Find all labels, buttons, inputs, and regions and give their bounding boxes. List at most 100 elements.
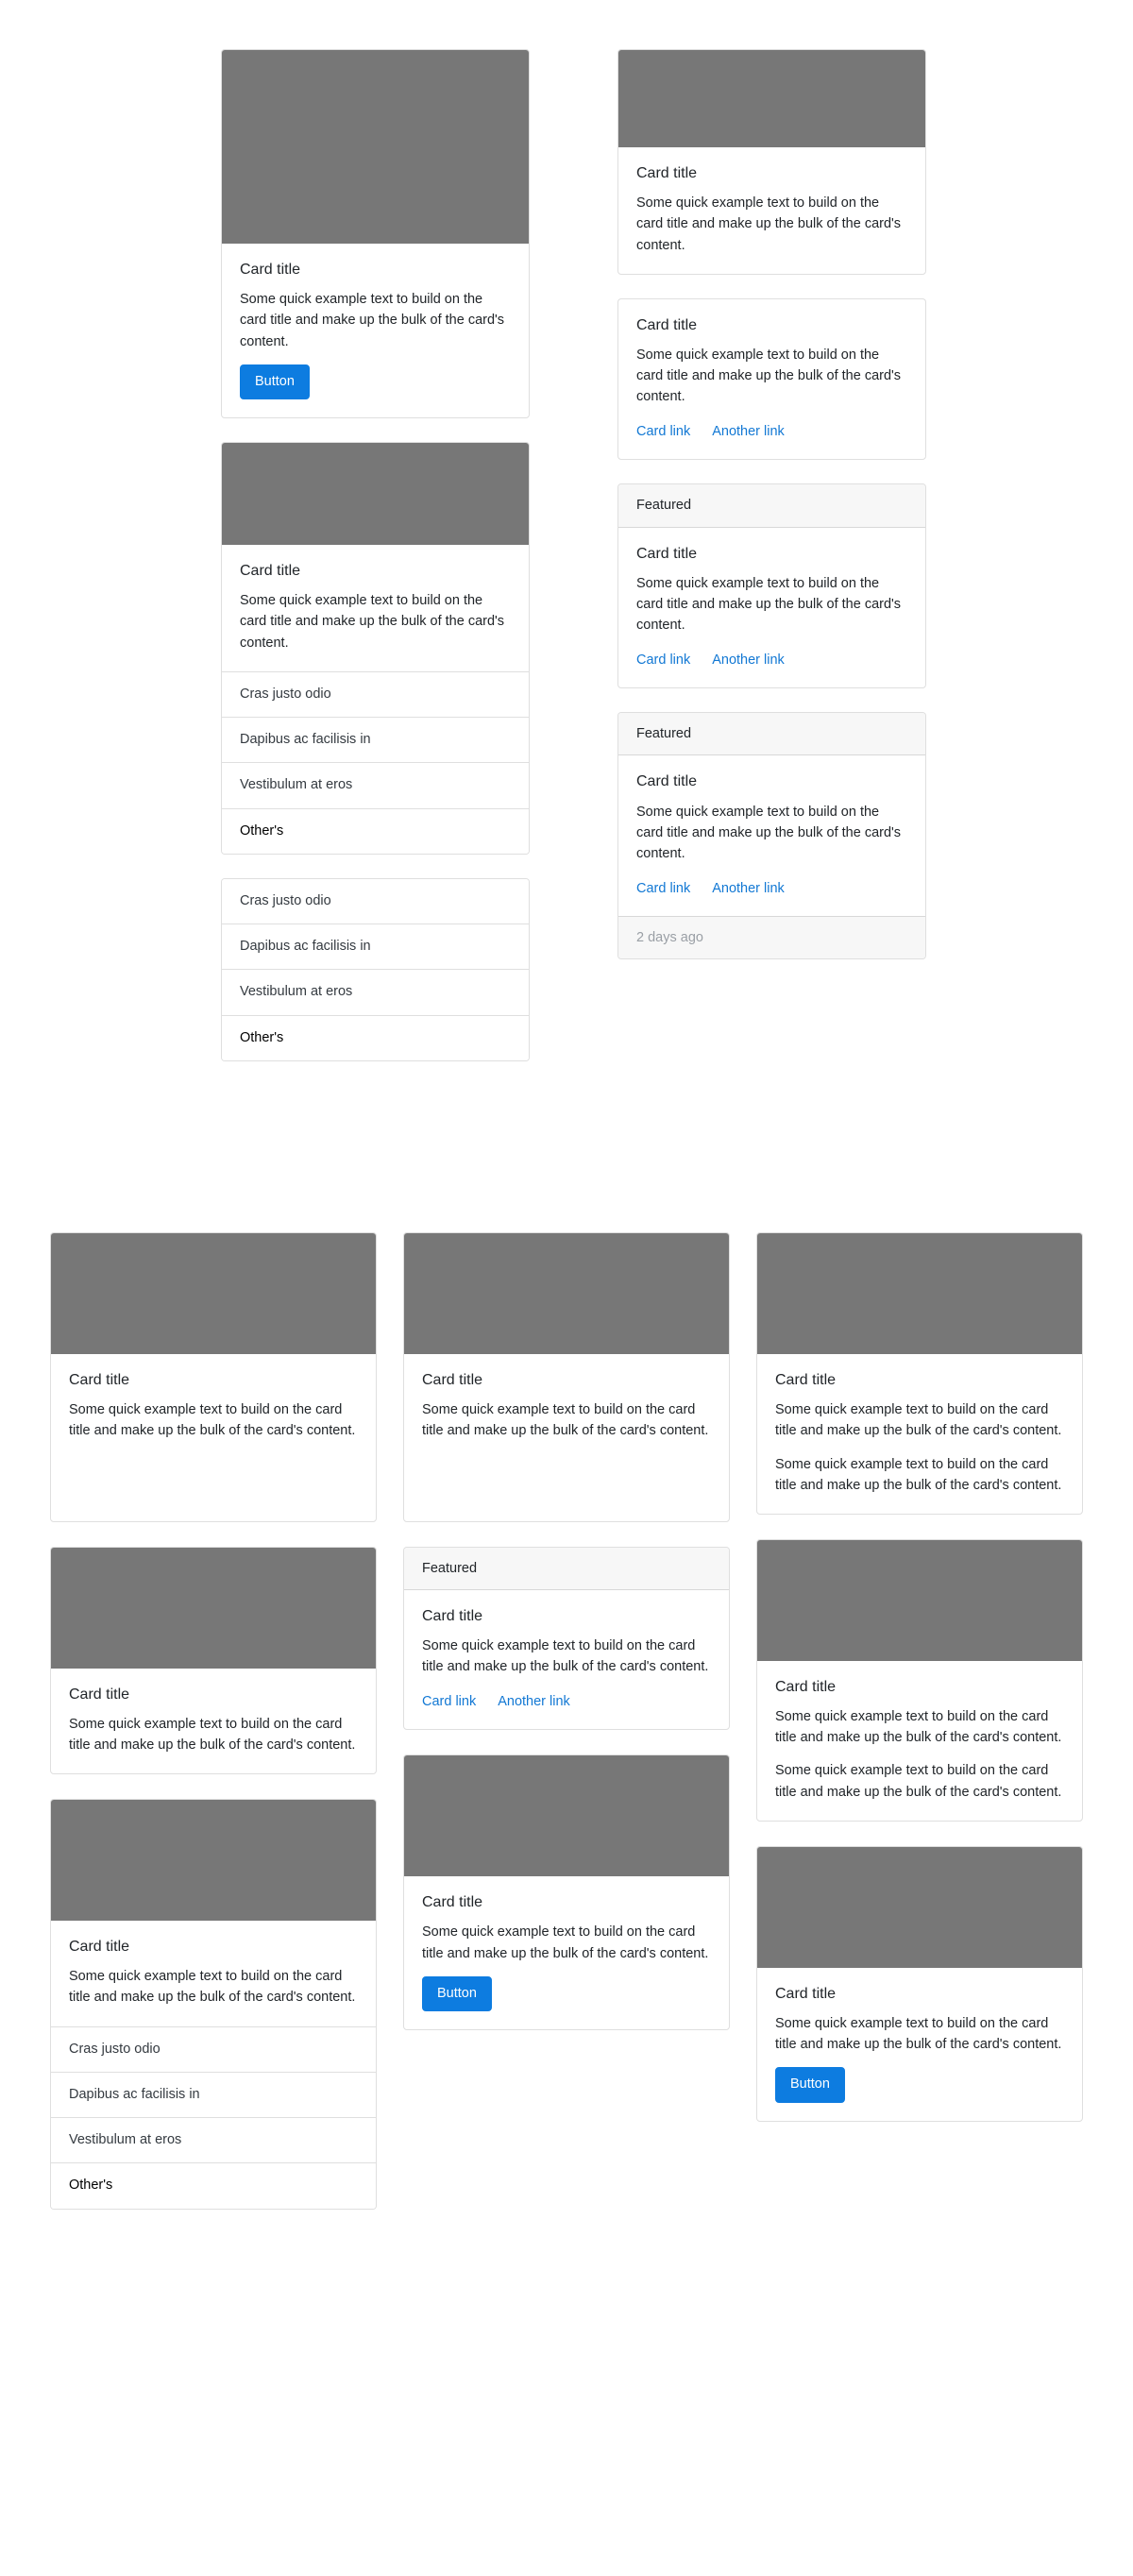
- list-item[interactable]: Cras justo odio: [222, 878, 529, 924]
- masonry-three-column-container: Card title Some quick example text to bu…: [0, 1232, 1133, 2233]
- card-title: Card title: [775, 1372, 837, 1388]
- masonry-two-column-section: Card title Some quick example text to bu…: [0, 0, 1133, 1085]
- card-link[interactable]: Card link: [422, 1693, 476, 1711]
- list-item[interactable]: Dapibus ac facilisis in: [222, 717, 529, 763]
- masonry-two-column-container: Card title Some quick example text to bu…: [0, 0, 1133, 1085]
- card-image-placeholder: [404, 1755, 729, 1877]
- grid-column-2: Card title Some quick example text to bu…: [403, 1232, 730, 2233]
- masonry-column-right: Card title Some quick example text to bu…: [617, 49, 926, 1085]
- card-body: Card title Some quick example text to bu…: [404, 1590, 729, 1729]
- card-image-placeholder: [404, 1233, 729, 1354]
- another-link[interactable]: Another link: [712, 880, 785, 898]
- card-header: Featured: [618, 484, 925, 528]
- card-image-placeholder: [222, 443, 529, 545]
- card-header-body-links: Featured Card title Some quick example t…: [617, 483, 926, 689]
- card-body: Card title Some quick example text to bu…: [757, 1661, 1082, 1821]
- grid-column-1: Card title Some quick example text to bu…: [50, 1232, 377, 2233]
- card-body: Card title Some quick example text to bu…: [618, 299, 925, 460]
- card-text-secondary: Some quick example text to build on the …: [775, 1456, 1062, 1493]
- card-body-links: Card title Some quick example text to bu…: [617, 297, 926, 461]
- another-link[interactable]: Another link: [712, 423, 785, 441]
- card-header: Featured: [618, 713, 925, 756]
- grid-card-image-text-3: Card title Some quick example text to bu…: [403, 1232, 730, 1522]
- card-text: Some quick example text to build on the …: [775, 2015, 1062, 2053]
- card-body: Card title Some quick example text to bu…: [404, 1876, 729, 2029]
- card-links: Card link Another link: [636, 423, 907, 441]
- card-title: Card title: [69, 1686, 130, 1703]
- card-title: Card title: [636, 316, 698, 333]
- list-item[interactable]: Dapibus ac facilisis in: [51, 2071, 376, 2118]
- list-item[interactable]: Cras justo odio: [222, 670, 529, 717]
- card-title: Card title: [422, 1607, 483, 1624]
- card-text: Some quick example text to build on the …: [240, 292, 505, 349]
- card-image-body-listgroup: Card title Some quick example text to bu…: [221, 442, 530, 855]
- card-link[interactable]: Card link: [636, 880, 690, 898]
- card-image-placeholder: [757, 1846, 1082, 1968]
- card-text: Some quick example text to build on the …: [636, 347, 902, 405]
- card-image-placeholder: [618, 50, 925, 147]
- list-item[interactable]: Vestibulum at eros: [222, 762, 529, 808]
- grid-card-header-links: Featured Card title Some quick example t…: [403, 1546, 730, 1731]
- card-header-body-links-footer: Featured Card title Some quick example t…: [617, 712, 926, 960]
- list-item[interactable]: Dapibus ac facilisis in: [222, 924, 529, 970]
- card-body: Card title Some quick example text to bu…: [618, 147, 925, 274]
- card-text: Some quick example text to build on the …: [422, 1402, 709, 1439]
- grid-card-image-button-2: Card title Some quick example text to bu…: [756, 1845, 1083, 2122]
- card-image-placeholder: [51, 1233, 376, 1354]
- card-image-placeholder: [757, 1233, 1082, 1354]
- card-title: Card title: [422, 1894, 483, 1911]
- card-text: Some quick example text to build on the …: [636, 195, 902, 253]
- card-text: Some quick example text to build on the …: [69, 1402, 356, 1439]
- card-links: Card link Another link: [636, 652, 907, 669]
- card-text: Some quick example text to build on the …: [775, 1709, 1062, 1746]
- another-link[interactable]: Another link: [498, 1693, 570, 1711]
- card-title: Card title: [636, 545, 698, 562]
- card-title: Card title: [775, 1985, 837, 2002]
- card-title: Card title: [240, 262, 301, 278]
- card-button[interactable]: Button: [775, 2067, 845, 2103]
- card-links: Card link Another link: [636, 880, 907, 898]
- grid-card-image-two-paragraphs-2: Card title Some quick example text to bu…: [756, 1538, 1083, 1822]
- list-item[interactable]: Vestibulum at eros: [51, 2117, 376, 2163]
- card-title: Card title: [69, 1939, 130, 1956]
- card-link[interactable]: Card link: [636, 423, 690, 441]
- card-body: Card title Some quick example text to bu…: [222, 545, 529, 671]
- list-group: Cras justo odio Dapibus ac facilisis in …: [51, 2025, 376, 2209]
- card-gallery-page: Card title Some quick example text to bu…: [0, 0, 1133, 2576]
- list-item[interactable]: Cras justo odio: [51, 2025, 376, 2072]
- card-text: Some quick example text to build on the …: [422, 1924, 709, 1961]
- card-text: Some quick example text to build on the …: [69, 1716, 356, 1753]
- masonry-column-left: Card title Some quick example text to bu…: [221, 49, 530, 1085]
- card-body: Card title Some quick example text to bu…: [618, 755, 925, 916]
- card-title: Card title: [240, 563, 301, 579]
- card-title: Card title: [775, 1678, 837, 1695]
- card-body: Card title Some quick example text to bu…: [51, 1921, 376, 2026]
- grid-card-image-button: Card title Some quick example text to bu…: [403, 1754, 730, 2031]
- card-header: Featured: [404, 1547, 729, 1590]
- list-item[interactable]: Vestibulum at eros: [222, 969, 529, 1015]
- list-item[interactable]: Other's: [222, 807, 529, 854]
- card-body: Card title Some quick example text to bu…: [404, 1354, 729, 1521]
- card-body: Card title Some quick example text to bu…: [51, 1669, 376, 1774]
- grid-card-image-text-2: Card title Some quick example text to bu…: [50, 1546, 377, 1775]
- card-title: Card title: [636, 165, 698, 181]
- card-text: Some quick example text to build on the …: [636, 575, 902, 634]
- card-button[interactable]: Button: [240, 364, 310, 399]
- card-text: Some quick example text to build on the …: [422, 1638, 709, 1675]
- card-link[interactable]: Card link: [636, 652, 690, 669]
- card-links: Card link Another link: [422, 1693, 711, 1711]
- another-link[interactable]: Another link: [712, 652, 785, 669]
- card-text: Some quick example text to build on the …: [240, 593, 505, 651]
- card-image-placeholder: [222, 50, 529, 244]
- grid-card-image-text: Card title Some quick example text to bu…: [50, 1232, 377, 1522]
- card-image-body-button: Card title Some quick example text to bu…: [221, 49, 530, 418]
- list-item[interactable]: Other's: [222, 1014, 529, 1061]
- list-item[interactable]: Other's: [51, 2162, 376, 2209]
- card-body: Card title Some quick example text to bu…: [757, 1354, 1082, 1514]
- card-text: Some quick example text to build on the …: [69, 1969, 356, 2006]
- card-button[interactable]: Button: [422, 1975, 492, 2012]
- card-body: Card title Some quick example text to bu…: [757, 1968, 1082, 2121]
- card-listgroup-only: Cras justo odio Dapibus ac facilisis in …: [221, 877, 530, 1062]
- card-image-placeholder: [51, 1547, 376, 1669]
- card-title: Card title: [636, 773, 698, 790]
